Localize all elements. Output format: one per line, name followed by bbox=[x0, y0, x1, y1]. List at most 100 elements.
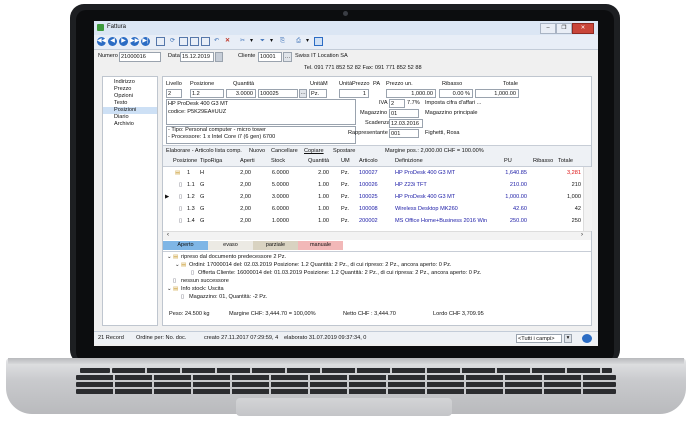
grid-cell-um[interactable]: Pz. bbox=[341, 167, 357, 179]
grid-cell-rib[interactable] bbox=[531, 203, 553, 215]
grid-cell-tot[interactable]: 250 bbox=[555, 215, 581, 227]
table-view-icon[interactable] bbox=[156, 37, 165, 46]
move-button[interactable]: Spostare bbox=[333, 148, 355, 154]
tree-expander-icon[interactable]: ⌄ bbox=[167, 254, 172, 260]
grid-cell-art[interactable]: 100027 bbox=[359, 167, 389, 179]
tree-node[interactable]: Ordini: 17000014 del: 02.03.2019 Posizio… bbox=[189, 262, 451, 268]
status-tab-manuale[interactable]: manuale bbox=[298, 241, 343, 250]
grid-cell-stock[interactable]: 6.0000 bbox=[259, 167, 289, 179]
grid-cell-stock[interactable]: 5.0000 bbox=[259, 179, 289, 191]
grid-cell-qta[interactable]: 2.00 bbox=[301, 167, 329, 179]
grid-cell-rib[interactable] bbox=[531, 191, 553, 203]
grid-col-aperti[interactable]: Aperti bbox=[240, 158, 255, 164]
grid-col-um[interactable]: UM bbox=[341, 158, 350, 164]
grid-cell-aperti[interactable]: 2,00 bbox=[229, 179, 251, 191]
status-tab-evaso[interactable]: evaso bbox=[208, 241, 253, 250]
scadenza-field[interactable]: 12.03.2016 bbox=[389, 119, 423, 128]
grid-cell-aperti[interactable]: 2,00 bbox=[229, 203, 251, 215]
quantita-field[interactable]: 3.0000 bbox=[226, 89, 256, 98]
elaborate-button[interactable]: Elaborare - Articolo lista comp. bbox=[166, 148, 242, 154]
grid-cell-tot[interactable]: 3,281 bbox=[555, 167, 581, 179]
grid-cell-aperti[interactable]: 2,00 bbox=[229, 215, 251, 227]
grid-cell-def[interactable]: HP ProDesk 400 G3 MT bbox=[395, 167, 495, 179]
grid-col-posizione[interactable]: Posizione bbox=[173, 158, 197, 164]
grid-cell-stock[interactable]: 1.0000 bbox=[259, 215, 289, 227]
sidebar-item-testo[interactable]: Testo bbox=[103, 100, 157, 107]
chevron-down-icon[interactable]: ▾ bbox=[564, 334, 572, 343]
table-row[interactable]: ▯ 1.3 G 2,00 6.0000 1.00 Pz. 100008 Wireless Des… bbox=[163, 203, 581, 215]
copy-button[interactable]: Copiare bbox=[304, 148, 324, 154]
article-field[interactable]: 100025 bbox=[258, 89, 298, 98]
tree-node[interactable]: ripreso dal documento predecessore 2 Pz. bbox=[181, 254, 286, 260]
grid-cell-art[interactable]: 100025 bbox=[359, 191, 389, 203]
delete-icon[interactable]: ✕ bbox=[223, 37, 232, 46]
tree-expander-icon[interactable]: ⌄ bbox=[175, 262, 180, 268]
rappresentante-field[interactable]: 001 bbox=[389, 129, 419, 138]
filter-icon[interactable]: ⏷ bbox=[258, 37, 267, 46]
tree-node[interactable]: Offerta Cliente: 16000014 del: 01.03.201… bbox=[198, 270, 482, 276]
filter-dropdown-icon[interactable]: ▾ bbox=[267, 37, 276, 46]
first-record-icon[interactable]: ◀◀ bbox=[97, 37, 106, 46]
grid-cell-art[interactable]: 100026 bbox=[359, 179, 389, 191]
number-field[interactable]: 21000016 bbox=[119, 52, 161, 62]
field-filter-select[interactable]: <Tutti i campi> bbox=[516, 334, 562, 343]
grid-cell-um[interactable]: Pz. bbox=[341, 191, 357, 203]
grid-col-pu[interactable]: PU bbox=[504, 158, 512, 164]
table-row[interactable]: ▯ 1.1 G 2,00 5.0000 1.00 Pz. 100026 HP Z23i TFT 2… bbox=[163, 179, 581, 191]
totale-field[interactable]: 1,000.00 bbox=[475, 89, 519, 98]
table-row[interactable]: ▯ 1.4 G 2,00 1.0000 1.00 Pz. 200002 MS Office Ho… bbox=[163, 215, 581, 227]
grid-col-definizione[interactable]: Definizione bbox=[395, 158, 423, 164]
grid-cell-qta[interactable]: 1.00 bbox=[301, 215, 329, 227]
save-icon[interactable] bbox=[201, 37, 210, 46]
grid-cell-pu[interactable]: 1,000.00 bbox=[493, 191, 527, 203]
livello-field[interactable]: 2 bbox=[166, 89, 182, 98]
unitaprezzo-field[interactable]: 1 bbox=[339, 89, 369, 98]
sidebar-item-prezzo[interactable]: Prezzo bbox=[103, 86, 157, 93]
grid-cell-tipo[interactable]: H bbox=[200, 167, 220, 179]
grid-col-ribasso[interactable]: Ribasso bbox=[533, 158, 553, 164]
new-button[interactable]: Nuovo bbox=[249, 148, 265, 154]
status-tab-aperto[interactable]: Aperto bbox=[163, 241, 208, 250]
grid-vertical-scrollbar[interactable] bbox=[583, 167, 592, 231]
grid-cell-um[interactable]: Pz. bbox=[341, 203, 357, 215]
tools-icon[interactable]: ✂ bbox=[238, 37, 247, 46]
grid-col-stock[interactable]: Stock bbox=[271, 158, 285, 164]
table-row[interactable]: ▶ ▯ 1.2 G 2,00 3.0000 1.00 Pz. 100025 HP ProDesk … bbox=[163, 191, 581, 203]
info-icon[interactable] bbox=[314, 37, 323, 46]
previous-record-icon[interactable]: ◀ bbox=[108, 37, 117, 46]
grid-cell-pu[interactable]: 42.60 bbox=[493, 203, 527, 215]
tree-node[interactable]: Magazzino: 01, Quantità: -2 Pz. bbox=[189, 294, 267, 300]
grid-cell-qta[interactable]: 1.00 bbox=[301, 179, 329, 191]
jump-record-icon[interactable]: ▶| bbox=[141, 37, 150, 46]
grid-cell-tipo[interactable]: G bbox=[200, 215, 220, 227]
grid-cell-rib[interactable] bbox=[531, 215, 553, 227]
scroll-right-icon[interactable]: › bbox=[581, 232, 583, 238]
grid-cell-tipo[interactable]: G bbox=[200, 191, 220, 203]
iva-field[interactable]: 2 bbox=[389, 99, 405, 108]
grid-cell-tipo[interactable]: G bbox=[200, 179, 220, 191]
magazzino-field[interactable]: 01 bbox=[389, 109, 419, 118]
sidebar-item-posizioni[interactable]: Posizioni bbox=[103, 107, 157, 114]
grid-col-totale[interactable]: Totale bbox=[558, 158, 573, 164]
tree-expander-icon[interactable]: ⌄ bbox=[167, 286, 172, 292]
grid-cell-um[interactable]: Pz. bbox=[341, 215, 357, 227]
grid-cell-pu[interactable]: 1,640.85 bbox=[493, 167, 527, 179]
print-dropdown-icon[interactable]: ▾ bbox=[303, 37, 312, 46]
maximize-button[interactable]: ❐ bbox=[556, 23, 572, 34]
grid-horizontal-scrollbar[interactable]: ‹ › bbox=[163, 231, 591, 240]
last-record-icon[interactable]: ▶▶ bbox=[130, 37, 139, 46]
grid-cell-pu[interactable]: 210.00 bbox=[493, 179, 527, 191]
grid-cell-rib[interactable] bbox=[531, 167, 553, 179]
copy-document-icon[interactable] bbox=[190, 37, 199, 46]
grid-col-articolo[interactable]: Articolo bbox=[359, 158, 378, 164]
grid-cell-def[interactable]: Wireless Desktop MK260 bbox=[395, 203, 495, 215]
sidebar-item-archivio[interactable]: Archivio bbox=[103, 121, 157, 128]
client-lookup-button[interactable]: … bbox=[283, 52, 292, 62]
grid-cell-um[interactable]: Pz. bbox=[341, 179, 357, 191]
minimize-button[interactable]: – bbox=[540, 23, 556, 34]
ribasso-field[interactable]: 0.00 % bbox=[439, 89, 473, 98]
unit-field[interactable]: Pz. bbox=[309, 89, 327, 98]
grid-cell-tot[interactable]: 210 bbox=[555, 179, 581, 191]
next-record-icon[interactable]: ▶ bbox=[119, 37, 128, 46]
grid-cell-art[interactable]: 200002 bbox=[359, 215, 389, 227]
